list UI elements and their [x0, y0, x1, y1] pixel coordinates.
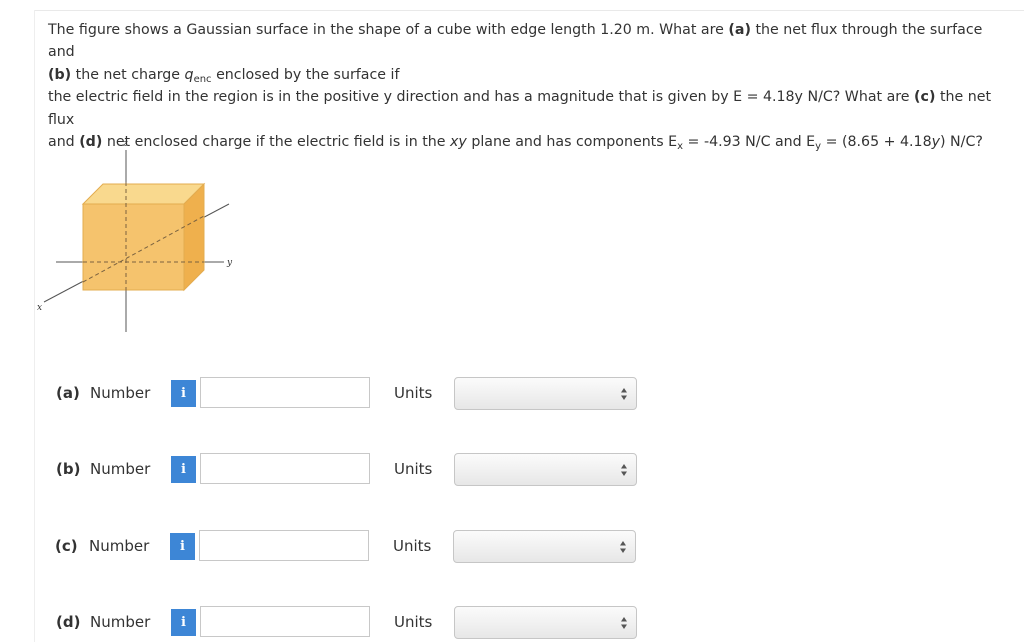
- select-arrows-icon: [621, 388, 627, 400]
- units-label: Units: [394, 384, 433, 402]
- number-label: Number: [89, 537, 150, 555]
- units-label: Units: [394, 613, 433, 631]
- number-label: Number: [90, 613, 151, 631]
- number-input[interactable]: [199, 530, 369, 561]
- select-arrows-icon: [620, 541, 626, 553]
- info-button[interactable]: i: [171, 609, 196, 636]
- number-label: Number: [90, 460, 151, 478]
- number-label: Number: [90, 384, 151, 402]
- axis-label-x: x: [37, 303, 42, 313]
- part-label: (c): [55, 537, 78, 555]
- units-label: Units: [394, 460, 433, 478]
- units-label: Units: [393, 537, 432, 555]
- info-button[interactable]: i: [170, 533, 195, 560]
- number-input[interactable]: [200, 453, 370, 484]
- info-button[interactable]: i: [171, 380, 196, 407]
- select-arrows-icon: [621, 617, 627, 629]
- number-input[interactable]: [200, 606, 370, 637]
- units-select[interactable]: [454, 606, 637, 639]
- answer-row: (b) Number i Units: [0, 453, 700, 487]
- answer-row: (d) Number i Units: [0, 606, 700, 640]
- axis-label-y: y: [226, 258, 233, 268]
- axis-label-z: z: [122, 139, 128, 149]
- units-select[interactable]: [453, 530, 636, 563]
- number-input[interactable]: [200, 377, 370, 408]
- gaussian-cube-figure: z y x: [37, 139, 233, 332]
- select-arrows-icon: [621, 464, 627, 476]
- answer-row: (a) Number i Units: [0, 377, 700, 411]
- cube-front-face: [82, 203, 185, 291]
- part-label: (a): [56, 384, 80, 402]
- units-select[interactable]: [454, 377, 637, 410]
- units-select[interactable]: [454, 453, 637, 486]
- answer-row: (c) Number i Units: [0, 530, 700, 564]
- part-label: (d): [56, 613, 81, 631]
- info-button[interactable]: i: [171, 456, 196, 483]
- part-label: (b): [56, 460, 81, 478]
- cube-top-face: [81, 183, 206, 205]
